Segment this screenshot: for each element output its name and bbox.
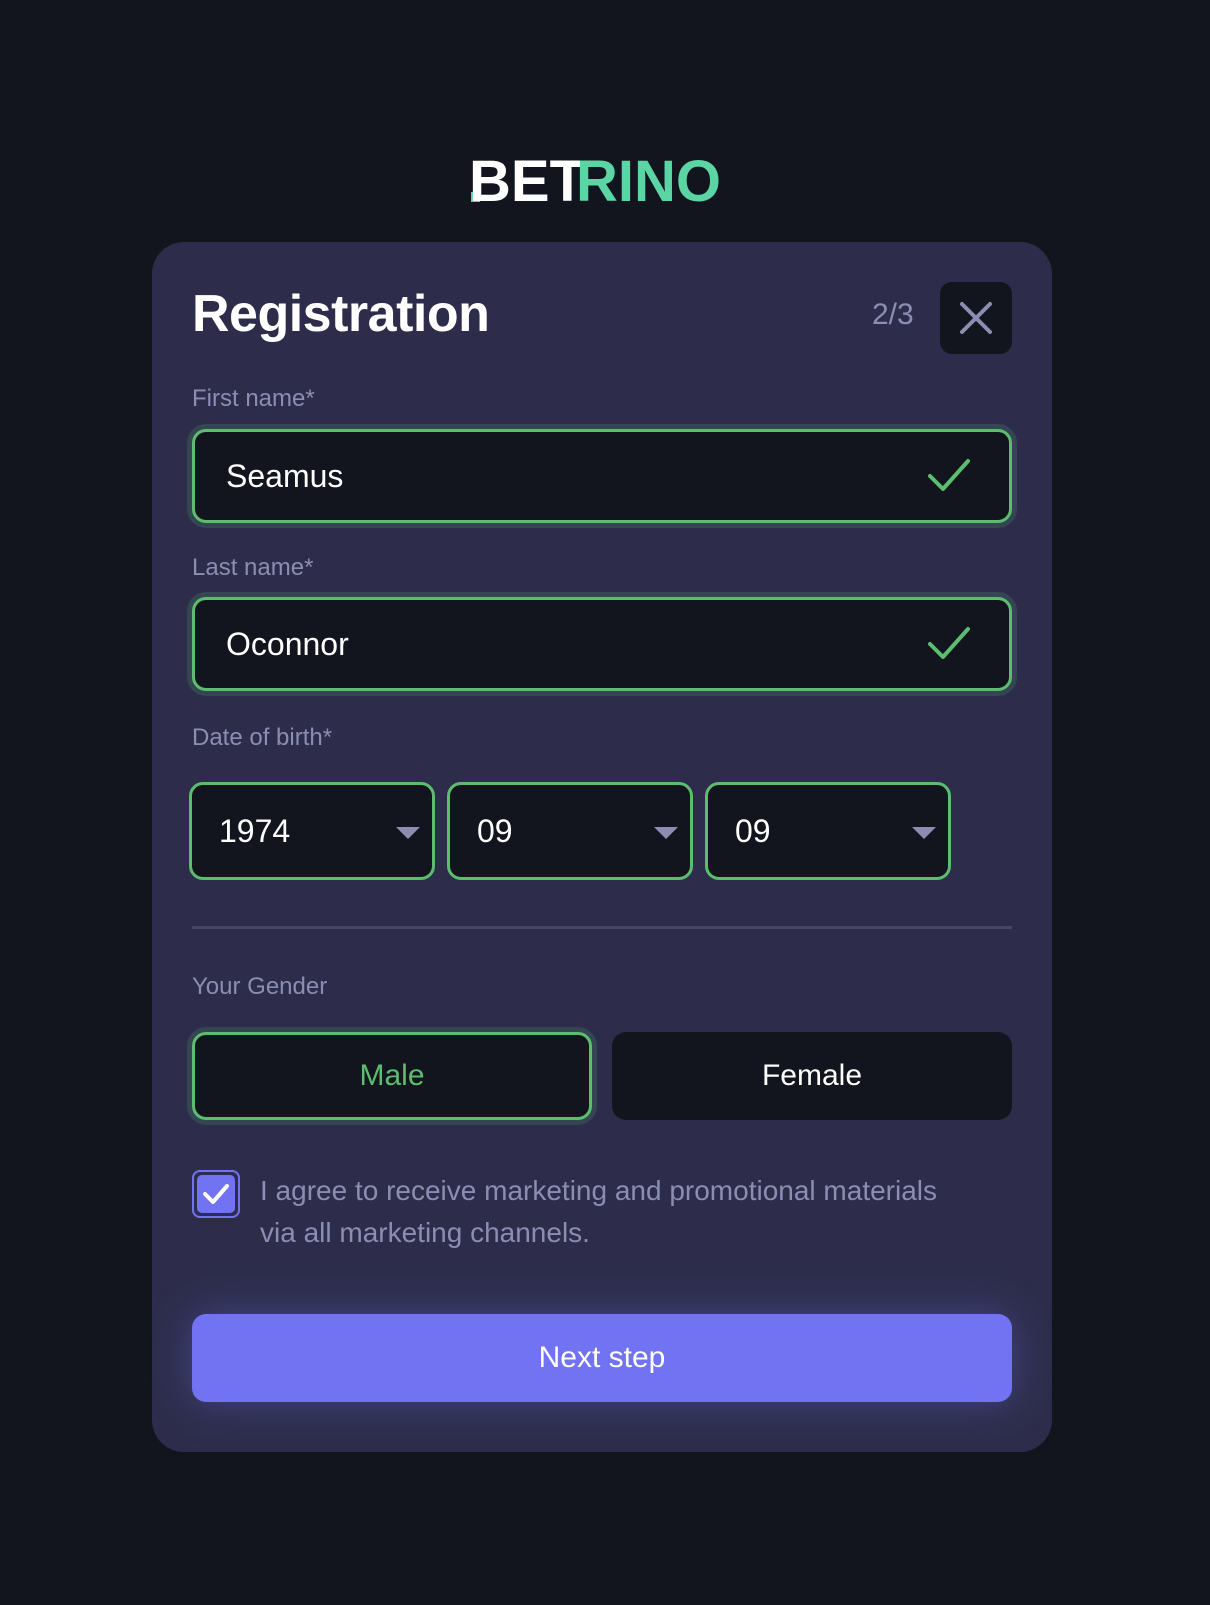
gender-female-button[interactable]: Female	[612, 1032, 1012, 1120]
dob-year-value: 1974	[219, 813, 291, 849]
marketing-consent-text: I agree to receive marketing and promoti…	[260, 1175, 938, 1248]
first-name-value: Seamus	[226, 458, 344, 494]
dob-day-select[interactable]: 09	[705, 782, 951, 880]
check-icon	[928, 627, 970, 659]
registration-modal: Registration 2/3 First name* Seamus Last…	[152, 242, 1052, 1452]
gender-label: Your Gender	[192, 973, 328, 1000]
dob-label: Date of birth*	[192, 724, 333, 751]
check-icon	[928, 459, 970, 491]
step-counter: 2/3	[872, 298, 914, 331]
checkmark-icon	[203, 1184, 229, 1204]
logo-text-part1: BET	[469, 150, 585, 212]
marketing-consent-checkbox[interactable]	[192, 1170, 240, 1218]
close-button[interactable]	[940, 282, 1012, 354]
betrino-logo: BET RINO	[469, 149, 731, 214]
next-step-button[interactable]: Next step	[192, 1314, 1012, 1402]
checkbox-fill	[197, 1175, 235, 1213]
chevron-down-icon	[912, 827, 936, 839]
dob-year-select[interactable]: 1974	[189, 782, 435, 880]
close-icon	[960, 302, 992, 334]
last-name-value: Oconnor	[226, 626, 349, 662]
section-divider	[192, 926, 1012, 929]
chevron-down-icon	[396, 827, 420, 839]
last-name-field[interactable]: Oconnor	[192, 597, 1012, 691]
first-name-label: First name*	[192, 385, 315, 412]
dob-month-select[interactable]: 09	[447, 782, 693, 880]
logo-graphic: BET RINO	[469, 149, 721, 214]
chevron-down-icon	[654, 827, 678, 839]
first-name-field[interactable]: Seamus	[192, 429, 1012, 523]
dob-day-value: 09	[735, 813, 771, 849]
last-name-label: Last name*	[192, 554, 314, 581]
logo-text-part2: RINO	[576, 150, 721, 212]
gender-male-button[interactable]: Male	[192, 1032, 592, 1120]
page-title: Registration	[192, 285, 490, 343]
dob-month-value: 09	[477, 813, 513, 849]
